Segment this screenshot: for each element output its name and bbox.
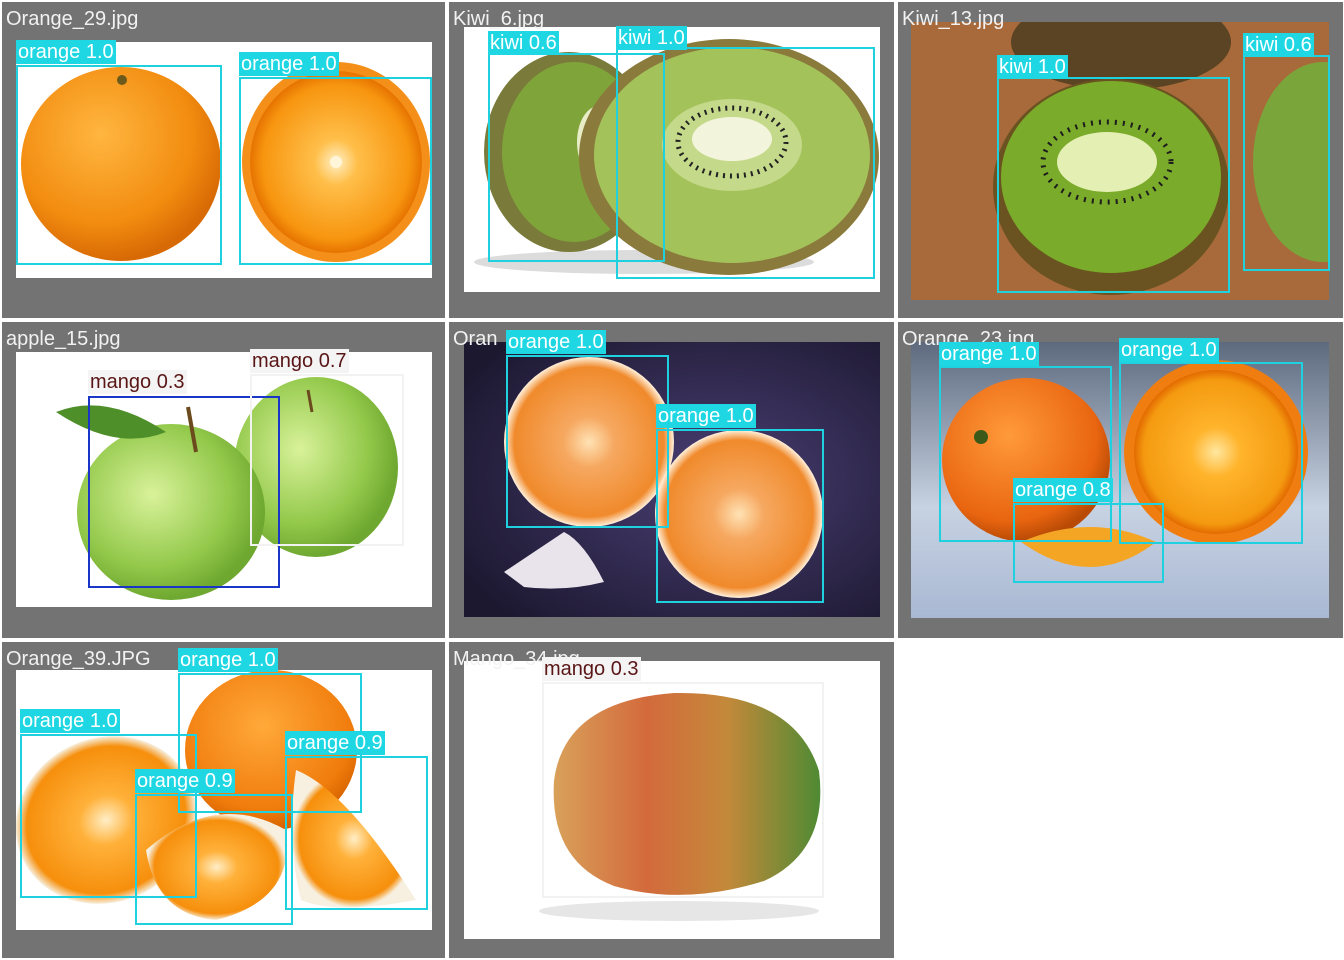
- grid-cell-orange-23: Orange_23.jpg orange 1.0 orange 1.0 oran…: [898, 322, 1343, 638]
- grid-cell-kiwi-6: Kiwi_6.jpg kiwi 0.6 kiwi 1.0: [449, 2, 894, 318]
- detection-box-orange: [1013, 503, 1164, 583]
- image-filename: Kiwi_13.jpg: [902, 8, 1005, 30]
- detection-label: orange 0.9: [135, 769, 235, 793]
- image-filename: apple_15.jpg: [6, 328, 121, 350]
- detection-label: orange 1.0: [20, 709, 120, 733]
- detection-label: orange 1.0: [16, 40, 116, 64]
- detection-label: orange 1.0: [506, 330, 606, 354]
- detection-box-kiwi: [1243, 55, 1330, 271]
- detection-box-orange: [239, 77, 432, 265]
- detection-label: orange 1.0: [1119, 338, 1219, 362]
- detection-label: mango 0.3: [542, 657, 641, 681]
- detection-label: kiwi 1.0: [997, 55, 1068, 79]
- detection-box-orange: [16, 65, 222, 265]
- grid-cell-orange-39: Orange_39.JPG orange 1.0 orange 1.0 oran…: [2, 642, 445, 958]
- grid-cell-orange-29: Orange_29.jpg orange 1.0 orange 1.0: [2, 2, 445, 318]
- detection-label: kiwi 1.0: [616, 26, 687, 50]
- grid-cell-kiwi-13: Kiwi_13.jpg kiwi 1.0 kiwi 0.6: [898, 2, 1343, 318]
- detection-label: orange 0.9: [285, 731, 385, 755]
- detection-label: mango 0.7: [250, 349, 349, 373]
- grid-cell-mango-34: Mango_34.jpg mango 0.3: [449, 642, 894, 958]
- detection-box-mango: [542, 682, 824, 898]
- detection-box-orange: [506, 355, 669, 528]
- detection-box-kiwi: [997, 77, 1230, 293]
- grid-cell-orange-halves: Oran orange 1.0 orange 1.0: [449, 322, 894, 638]
- detection-box-orange: [656, 429, 824, 603]
- image-filename: Kiwi_6.jpg: [453, 8, 545, 30]
- detection-label: mango 0.3: [88, 370, 187, 394]
- detection-label: orange 0.8: [1013, 478, 1113, 502]
- image-filename: Oran: [453, 328, 498, 350]
- detection-label: kiwi 0.6: [488, 31, 559, 55]
- detection-label: kiwi 0.6: [1243, 33, 1314, 57]
- detection-box-kiwi: [616, 47, 875, 279]
- detection-box-mango: [250, 374, 404, 546]
- detection-label: orange 1.0: [239, 52, 339, 76]
- image-filename: Orange_29.jpg: [6, 8, 139, 30]
- grid-cell-apple-15: apple_15.jpg mango 0.3 mango 0.7: [2, 322, 445, 638]
- detection-box-orange: [135, 794, 293, 925]
- detection-box-orange: [285, 756, 428, 910]
- image-filename: Orange_39.JPG: [6, 648, 151, 670]
- detection-label: orange 1.0: [178, 648, 278, 672]
- detection-label: orange 1.0: [656, 404, 756, 428]
- detection-label: orange 1.0: [939, 342, 1039, 366]
